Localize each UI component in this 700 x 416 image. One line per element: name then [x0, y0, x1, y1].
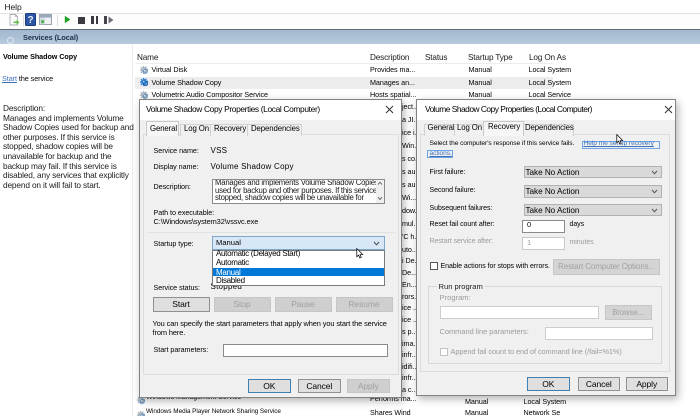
svg-text:?: ?	[27, 15, 33, 26]
